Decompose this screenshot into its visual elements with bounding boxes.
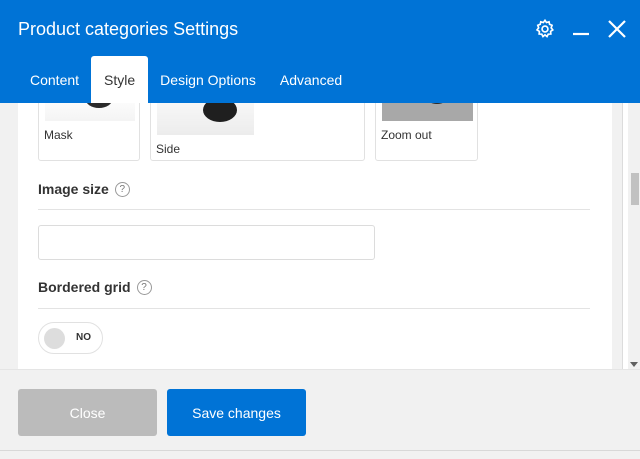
divider: [38, 209, 590, 210]
divider: [38, 308, 590, 309]
bordered-grid-label: Bordered grid: [38, 279, 131, 295]
image-size-input[interactable]: [38, 225, 375, 260]
scrollbar-thumb[interactable]: [631, 173, 639, 205]
scroll-down-arrow-icon[interactable]: [630, 362, 638, 367]
toggle-knob: [44, 328, 65, 349]
tab-style[interactable]: Style: [91, 56, 149, 103]
bordered-grid-heading: Bordered grid ?: [38, 279, 152, 295]
mask-thumbnail: [45, 103, 135, 121]
panel-header: Product categories Settings Content Styl…: [0, 0, 640, 103]
image-size-label: Image size: [38, 181, 109, 197]
tab-design-options[interactable]: Design Options: [148, 56, 268, 103]
settings-content: Mask Side Zoom out Image size ? Bordered…: [18, 103, 612, 369]
image-size-heading: Image size ?: [38, 181, 130, 197]
style-option-label: Side: [156, 142, 181, 156]
tab-advanced[interactable]: Advanced: [268, 56, 354, 103]
save-changes-button[interactable]: Save changes: [167, 389, 306, 436]
style-option-label: Mask: [44, 128, 73, 142]
side-thumbnail: [157, 103, 254, 135]
tab-bar: Content Style Design Options Advanced: [18, 56, 354, 103]
close-button[interactable]: Close: [18, 389, 157, 436]
toggle-state-label: NO: [76, 332, 91, 343]
help-icon[interactable]: ?: [114, 181, 130, 197]
panel-title: Product categories Settings: [18, 19, 239, 39]
style-option-side[interactable]: Side: [150, 103, 365, 161]
style-option-label: Zoom out: [381, 128, 432, 142]
zoom-out-thumbnail: [382, 103, 473, 121]
bordered-grid-toggle[interactable]: NO: [38, 322, 103, 354]
style-option-zoom-out[interactable]: Zoom out: [375, 103, 478, 161]
close-icon[interactable]: [604, 16, 630, 42]
tab-content[interactable]: Content: [18, 56, 91, 103]
help-icon[interactable]: ?: [136, 279, 152, 295]
gear-icon[interactable]: [532, 16, 558, 42]
style-option-mask[interactable]: Mask: [38, 103, 140, 161]
header-controls: [532, 14, 630, 44]
minimize-icon[interactable]: [568, 16, 594, 42]
settings-panel: Product categories Settings Content Styl…: [0, 0, 640, 459]
panel-footer: Close Save changes: [0, 369, 640, 459]
divider: [0, 450, 640, 451]
content-scrollbar[interactable]: [628, 103, 640, 369]
